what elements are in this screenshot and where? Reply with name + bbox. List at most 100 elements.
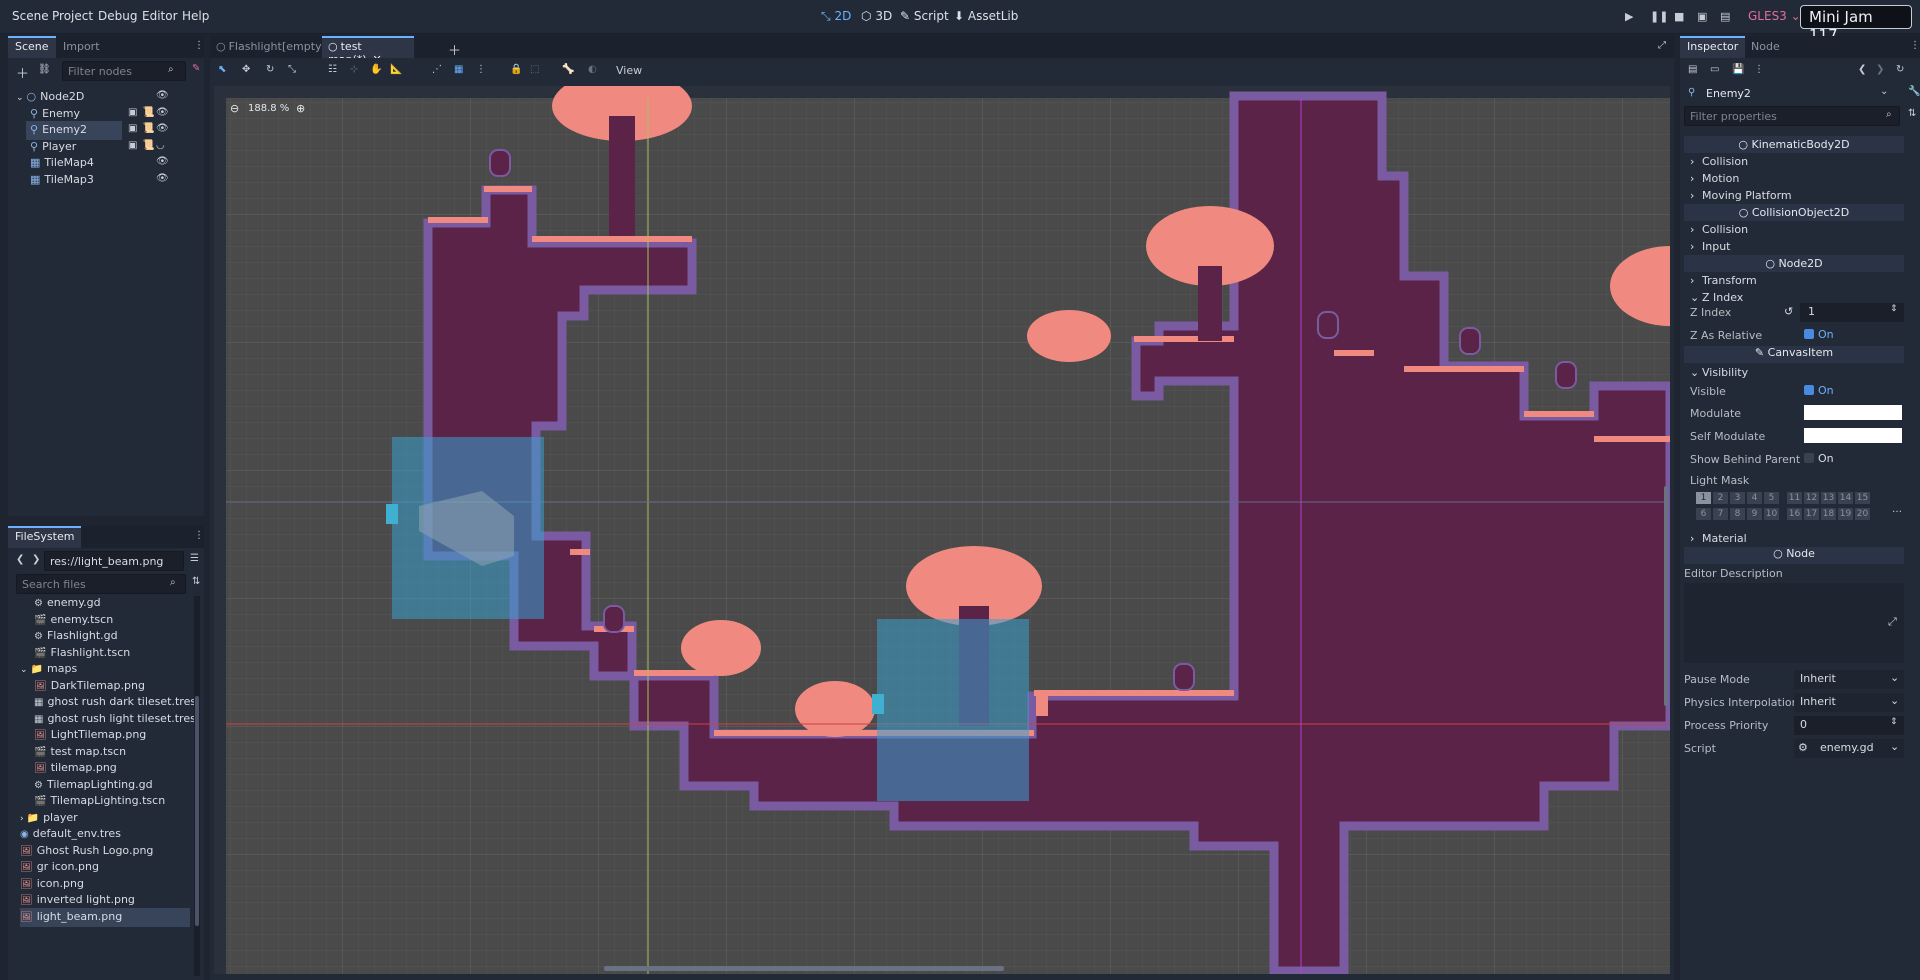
- play-scene-icon[interactable]: ▣: [1697, 10, 1707, 23]
- zoom-out-icon[interactable]: ⊖: [230, 102, 239, 115]
- lock-icon[interactable]: 🔒: [510, 64, 522, 75]
- workspace-2d[interactable]: ⤡ 2D: [821, 9, 851, 24]
- add-tab-icon[interactable]: ＋: [448, 40, 461, 59]
- light-mask-bit[interactable]: 2: [1713, 492, 1728, 504]
- eye-icon[interactable]: 👁: [156, 107, 169, 118]
- stop-icon[interactable]: ■: [1674, 10, 1684, 23]
- script-icon[interactable]: 📜: [142, 107, 154, 118]
- distraction-free-icon[interactable]: ⤢: [1658, 40, 1666, 51]
- file-item[interactable]: 🖼 light_beam.png: [20, 907, 190, 927]
- property-section[interactable]: › Input: [1684, 238, 1904, 255]
- light-mask-bit[interactable]: 9: [1747, 508, 1762, 520]
- workspace-script[interactable]: ✎ Script: [900, 9, 949, 23]
- menu-debug[interactable]: Debug: [98, 9, 137, 23]
- material-section[interactable]: › Material: [1684, 530, 1904, 547]
- modulate-color-picker[interactable]: [1804, 405, 1902, 420]
- pan-icon[interactable]: ✋: [370, 64, 382, 75]
- tree-node-tilemap3[interactable]: ▦ TileMap3: [26, 171, 122, 190]
- pause-icon[interactable]: ❚❚: [1650, 10, 1668, 23]
- play-icon[interactable]: ▶: [1625, 10, 1633, 23]
- light-mask-bit[interactable]: 19: [1838, 508, 1853, 520]
- light-mask-bit[interactable]: 14: [1838, 492, 1853, 504]
- light-mask-bit[interactable]: 8: [1730, 508, 1745, 520]
- light-mask-menu-icon[interactable]: …: [1892, 504, 1902, 515]
- move-mode-icon[interactable]: ✥: [242, 64, 250, 75]
- z-index-spinbox[interactable]: 1 ⇕: [1800, 303, 1904, 322]
- dock-menu-icon[interactable]: ⋮: [194, 530, 204, 541]
- dock-menu-icon[interactable]: ⋮: [1910, 40, 1920, 51]
- pause-mode-select[interactable]: Inherit ⌄: [1794, 670, 1904, 689]
- object-menu-icon[interactable]: 🔧: [1908, 86, 1920, 97]
- menu-scene[interactable]: Scene: [12, 9, 49, 23]
- player-sprite[interactable]: [1036, 696, 1048, 716]
- expand-icon[interactable]: ⤢: [1888, 615, 1897, 629]
- open-resource-icon[interactable]: ▭: [1710, 64, 1719, 75]
- add-node-icon[interactable]: ＋: [16, 63, 29, 82]
- script-resource-picker[interactable]: ⚙ enemy.gd ⌄: [1794, 739, 1904, 758]
- search-files-input[interactable]: Search files: [16, 574, 186, 594]
- tab-scene[interactable]: Scene: [8, 36, 56, 58]
- revert-icon[interactable]: ↺: [1784, 305, 1793, 318]
- workspace-3d[interactable]: ⬡ 3D: [861, 9, 892, 23]
- light-mask-bit[interactable]: 7: [1713, 508, 1728, 520]
- light-mask-bit[interactable]: 17: [1804, 508, 1819, 520]
- script-icon[interactable]: 📜: [142, 140, 154, 151]
- enemy2-sprite[interactable]: [872, 694, 884, 714]
- renderer-select[interactable]: GLES3 ⌄: [1748, 9, 1801, 23]
- camera-icon[interactable]: ◐: [588, 64, 597, 75]
- scene-options-icon[interactable]: ✎: [192, 63, 200, 74]
- light-mask-bit[interactable]: 3: [1730, 492, 1745, 504]
- property-options-icon[interactable]: ⇅: [1908, 108, 1916, 119]
- play-custom-icon[interactable]: ▤: [1720, 10, 1730, 23]
- light-mask-bit[interactable]: 18: [1821, 508, 1836, 520]
- vertical-scrollbar[interactable]: [1664, 486, 1668, 706]
- snap-options-icon[interactable]: ⋮: [476, 64, 486, 75]
- vertical-ruler[interactable]: [214, 86, 226, 974]
- show-behind-parent-checkbox[interactable]: On: [1804, 452, 1834, 465]
- property-section[interactable]: › Transform: [1684, 272, 1904, 289]
- sort-icon[interactable]: ⇅: [192, 576, 200, 587]
- process-priority-spinbox[interactable]: 0 ⇕: [1794, 716, 1904, 735]
- smart-snap-icon[interactable]: ⋰: [432, 64, 442, 75]
- enemy2-light-area[interactable]: [877, 619, 1029, 801]
- self-modulate-color-picker[interactable]: [1804, 428, 1902, 443]
- property-section[interactable]: › Collision: [1684, 221, 1904, 238]
- tab-node[interactable]: Node: [1744, 36, 1787, 58]
- list-select-icon[interactable]: ☷: [328, 64, 337, 75]
- path-field[interactable]: res://light_beam.png: [44, 551, 184, 571]
- grid-snap-icon[interactable]: ▦: [454, 64, 463, 75]
- chevron-down-icon[interactable]: ⌄: [20, 665, 28, 675]
- light-mask-bit[interactable]: 11: [1787, 492, 1802, 504]
- visible-checkbox[interactable]: On: [1804, 384, 1834, 397]
- object-selector[interactable]: ⚲ Enemy2 ⌄: [1684, 84, 1906, 104]
- eye-icon[interactable]: 👁: [156, 156, 169, 167]
- viewport-canvas[interactable]: ⊖ 188.8 % ⊕: [214, 86, 1670, 974]
- zoom-in-icon[interactable]: ⊕: [296, 102, 305, 115]
- menu-help[interactable]: Help: [182, 9, 209, 23]
- tab-inspector[interactable]: Inspector: [1680, 36, 1746, 58]
- ruler-icon[interactable]: 📐: [390, 64, 402, 75]
- eye-icon[interactable]: 👁: [156, 173, 169, 184]
- scene-tab[interactable]: ○test map(*)✕: [322, 36, 414, 66]
- physics-interpolation-select[interactable]: Inherit ⌄: [1794, 693, 1904, 712]
- zoom-reset-button[interactable]: 188.8 %: [248, 103, 289, 114]
- instance-icon[interactable]: ▣: [128, 123, 137, 134]
- eye-closed-icon[interactable]: ◡: [156, 140, 165, 151]
- history-forward-icon[interactable]: ❯: [1876, 64, 1884, 75]
- scrollbar-thumb[interactable]: [195, 696, 199, 926]
- editor-description-textarea[interactable]: ⤢: [1684, 583, 1904, 663]
- scrollbar[interactable]: [194, 596, 200, 976]
- menu-editor[interactable]: Editor: [142, 9, 178, 23]
- scene-tab[interactable]: [empty]: [276, 36, 326, 58]
- instance-icon[interactable]: ▣: [128, 107, 137, 118]
- pivot-icon[interactable]: ⊹: [350, 64, 358, 75]
- group-icon[interactable]: ⬚: [530, 64, 539, 75]
- back-icon[interactable]: ❮: [16, 554, 24, 565]
- view-menu[interactable]: View: [616, 64, 642, 77]
- light-mask-bit[interactable]: 10: [1764, 508, 1779, 520]
- script-icon[interactable]: 📜: [142, 123, 154, 134]
- save-resource-icon[interactable]: 💾: [1732, 64, 1744, 75]
- visibility-section[interactable]: ⌄ Visibility: [1684, 364, 1904, 381]
- rotate-mode-icon[interactable]: ↻: [266, 64, 274, 75]
- instance-icon[interactable]: ▣: [128, 140, 137, 151]
